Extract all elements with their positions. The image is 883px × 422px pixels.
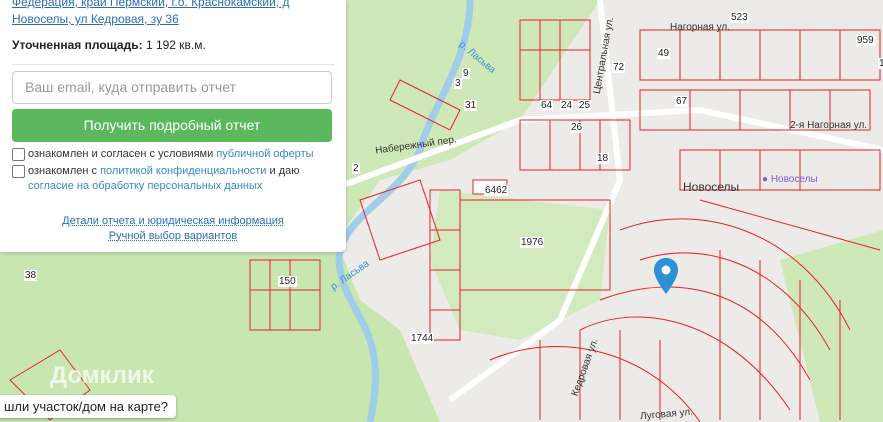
parcel-number: 1744 [410, 333, 434, 344]
parcel-number: 25 [578, 100, 591, 111]
parcel-number: 31 [464, 100, 477, 111]
privacy-policy-link[interactable]: политикой конфиденциальности [100, 165, 266, 177]
parcel-number: 3 [454, 78, 462, 89]
parcel-number: 24 [560, 100, 573, 111]
find-plot-prompt[interactable]: шли участок/дом на карте? [0, 395, 176, 418]
village-label: Новоселы [683, 180, 739, 194]
parcel-number: 959 [856, 35, 875, 46]
parcel-number: 1976 [520, 237, 544, 248]
manual-selection-link[interactable]: Ручной выбор вариантов [12, 230, 334, 242]
location-pin-icon[interactable] [654, 258, 678, 294]
parcel-number: 67 [675, 96, 688, 107]
poi-name: Новоселы [771, 174, 818, 185]
parcel-number: 173 [878, 58, 883, 69]
domclick-logo: Домклик [50, 362, 154, 390]
parcel-number: 150 [278, 276, 297, 287]
parcel-number: 38 [24, 270, 37, 281]
data-processing-link[interactable]: согласие на обработку персональных данны… [28, 180, 262, 192]
consent-offer-checkbox[interactable] [12, 148, 25, 161]
area-info: Уточненная площадь: 1 192 кв.м. [12, 38, 334, 65]
public-offer-link[interactable]: публичной оферты [216, 148, 313, 160]
parcel-number: 26 [570, 122, 583, 133]
parcel-number: 49 [657, 48, 670, 59]
consent-privacy: ознакомлен с политикой конфиденциальност… [12, 164, 334, 194]
poi-label[interactable]: ● Новоселы [762, 174, 818, 185]
report-panel: Федерация, край Пермский, г.о. Краснокам… [0, 0, 346, 252]
street-label: Нагорная ул. [670, 22, 730, 33]
parcel-number: 2 [352, 163, 360, 174]
parcel-number: 9 [462, 68, 470, 79]
report-details-link[interactable]: Детали отчета и юридическая информация [12, 215, 334, 227]
parcel-number: 18 [596, 153, 609, 164]
parcel-number: 6462 [484, 185, 508, 196]
parcel-number: 64 [540, 100, 553, 111]
consent-offer: ознакомлен и согласен с условиями публич… [12, 147, 334, 162]
email-input[interactable]: Ваш email, куда отправить отчет [12, 71, 332, 104]
consent-privacy-checkbox[interactable] [12, 165, 25, 178]
address-link[interactable]: Федерация, край Пермский, г.о. Краснокам… [12, 0, 334, 28]
parcel-number: 72 [612, 62, 625, 73]
get-report-button[interactable]: Получить подробный отчет [12, 109, 332, 142]
street-label: 2-я Нагорная ул. [790, 120, 867, 131]
parcel-number: 523 [730, 12, 749, 23]
